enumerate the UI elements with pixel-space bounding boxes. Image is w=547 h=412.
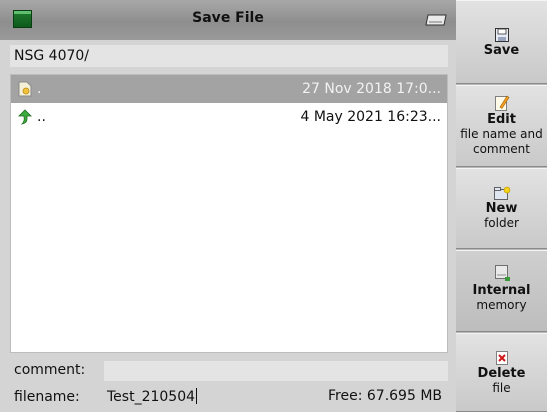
comment-label: comment:: [14, 362, 86, 378]
file-date: 27 Nov 2018 17:0...: [302, 81, 441, 97]
comment-input[interactable]: [104, 361, 448, 381]
edit-sublabel: file name and comment: [460, 127, 543, 156]
new-folder-button[interactable]: New folder: [456, 168, 547, 249]
edit-button[interactable]: Edit file name and comment: [456, 85, 547, 167]
save-icon: [494, 28, 509, 42]
new-folder-label: New: [485, 201, 518, 216]
folder-up-arrow-icon: [18, 109, 32, 125]
internal-memory-button[interactable]: Internal memory: [456, 250, 547, 332]
file-row-parent[interactable]: .. 4 May 2021 16:23...: [11, 103, 447, 131]
file-dialog: Save File NSG 4070/ . 27 Nov 2018 17:0..…: [0, 0, 456, 412]
new-folder-sublabel: folder: [484, 216, 519, 230]
free-space: Free: 67.695 MB: [328, 388, 442, 404]
text-caret: [196, 388, 198, 404]
file-row-current[interactable]: . 27 Nov 2018 17:0...: [11, 75, 447, 103]
save-label: Save: [483, 43, 520, 58]
drive-icon: [425, 14, 447, 26]
internal-memory-icon: [494, 265, 510, 281]
folder-current-icon: [18, 81, 32, 97]
file-date: 4 May 2021 16:23...: [300, 109, 441, 125]
filename-label: filename:: [14, 389, 80, 405]
save-button[interactable]: Save: [456, 0, 547, 84]
delete-file-button[interactable]: Delete file: [456, 333, 547, 412]
internal-memory-label: Internal: [472, 283, 531, 298]
internal-memory-sublabel: memory: [476, 298, 527, 312]
file-name: ..: [37, 109, 46, 125]
edit-pencil-icon: [494, 95, 509, 111]
title-bar: Save File: [0, 0, 456, 40]
delete-icon: [495, 351, 508, 365]
filename-value: Test_210504: [107, 389, 196, 405]
filename-input[interactable]: Test_210504: [104, 386, 322, 408]
window-title: Save File: [192, 10, 264, 26]
path-bar: NSG 4070/: [10, 45, 448, 67]
file-name: .: [37, 81, 42, 97]
delete-label: Delete: [477, 366, 526, 381]
action-sidebar: Save Edit file name and comment New fold…: [456, 0, 547, 412]
new-folder-icon: [493, 186, 510, 200]
edit-label: Edit: [487, 112, 516, 127]
file-list[interactable]: . 27 Nov 2018 17:0... .. 4 May 2021 16:2…: [10, 74, 448, 353]
delete-sublabel: file: [492, 381, 511, 395]
